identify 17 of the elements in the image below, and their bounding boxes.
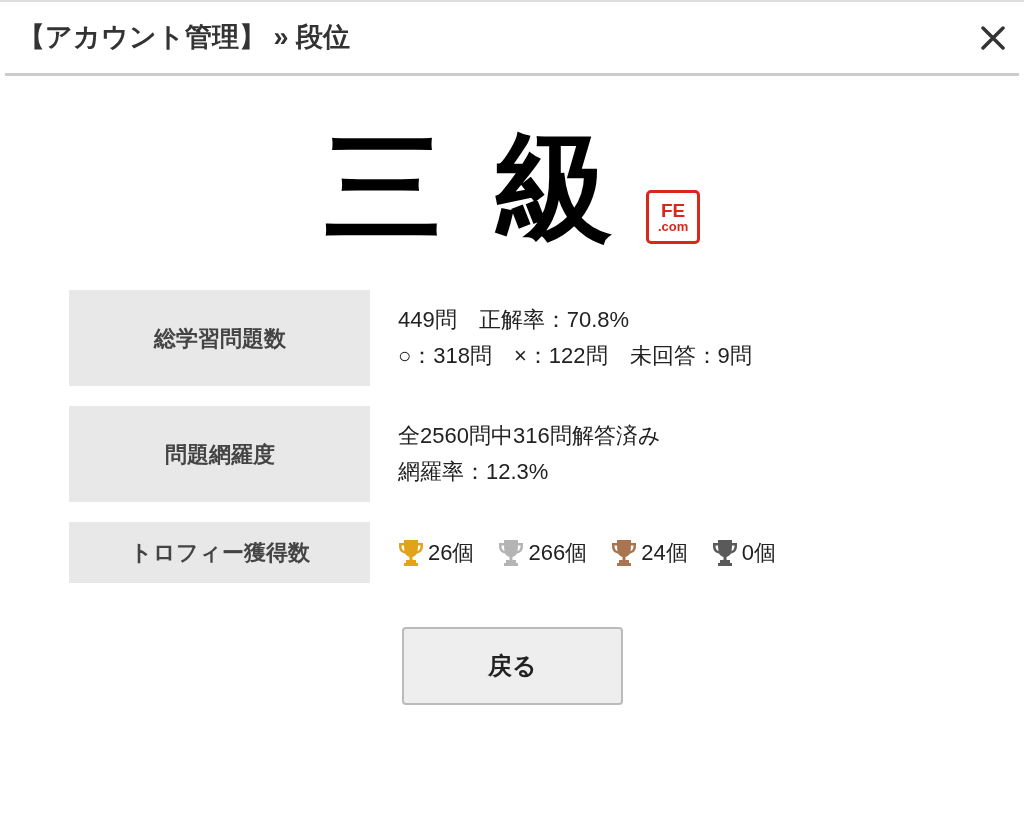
trophy-count: 26個 (428, 539, 475, 567)
stat-value: 449問 正解率：70.8% (398, 306, 630, 334)
stat-value: 全2560問中316問解答済み (398, 422, 661, 450)
stat-label: 問題網羅度 (69, 406, 370, 502)
stat-label: トロフィー獲得数 (69, 522, 370, 583)
stat-value: 網羅率：12.3% (398, 458, 549, 486)
trophy-count: 266個 (528, 539, 588, 567)
stat-value: ○：318問 ×：122問 未回答：9問 (398, 342, 752, 370)
stat-label: 総学習問題数 (69, 290, 370, 386)
back-button[interactable]: 戻る (401, 627, 623, 705)
stamp-text: .com (657, 220, 689, 233)
stamp-text: FE (660, 201, 686, 220)
close-icon (981, 25, 1005, 50)
close-button[interactable] (979, 23, 1007, 52)
trophy-count: 24個 (641, 539, 688, 567)
page-title: 【アカウント管理】 » 段位 (17, 21, 351, 55)
trophy-count: 0個 (741, 539, 776, 567)
